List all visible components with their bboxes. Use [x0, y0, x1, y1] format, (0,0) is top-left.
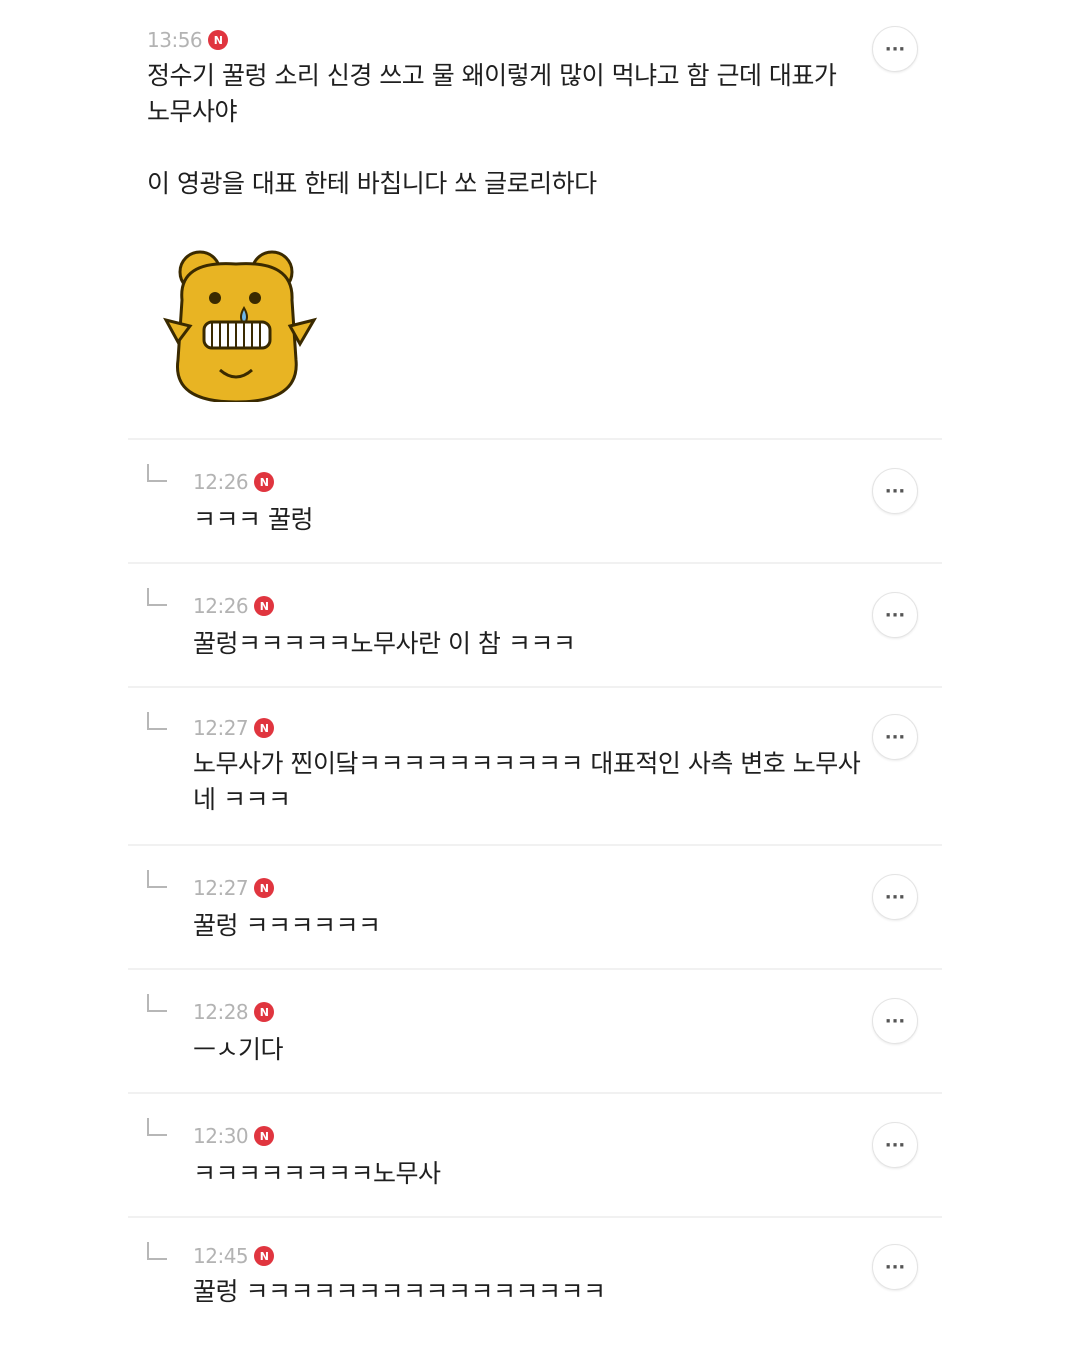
reply-arrow-icon [147, 1242, 167, 1260]
new-badge: N [254, 1126, 275, 1146]
comment-time-text: 13:56 [147, 28, 203, 52]
reply-time: 12:26 N [193, 470, 275, 494]
reply-arrow-icon [147, 464, 167, 482]
reply-time: 12:27 N [193, 716, 275, 740]
reply-time-text: 12:26 [193, 594, 249, 618]
new-badge: N [254, 718, 275, 738]
more-options-button[interactable]: ··· [872, 468, 918, 514]
reply-text: 노무사가 찐이닼ㅋㅋㅋㅋㅋㅋㅋㅋㅋㅋ 대표적인 사측 변호 노무사네 ㅋㅋㅋ [193, 749, 861, 814]
new-badge: N [208, 30, 229, 50]
new-badge: N [254, 472, 275, 492]
new-badge: N [254, 1246, 275, 1266]
new-badge: N [254, 596, 275, 616]
comment-text-line2: 이 영광을 대표 한테 바칩니다 쏘 글로리하다 [147, 169, 597, 198]
more-options-button[interactable]: ··· [872, 26, 918, 72]
reply-time-text: 12:27 [193, 716, 249, 740]
reply-item: 12:27 N 꿀렁 ㅋㅋㅋㅋㅋㅋ ··· [0, 846, 1080, 968]
reply-item: 12:28 N ㅡㅅ기다 ··· [0, 970, 1080, 1092]
reply-text: ㅋㅋㅋ 꿀렁 [193, 505, 313, 534]
comment-text-line1: 정수기 꿀렁 소리 신경 쓰고 물 왜이렇게 많이 먹냐고 함 근데 대표가 노… [147, 61, 837, 126]
new-badge: N [254, 878, 275, 898]
new-badge: N [254, 1002, 275, 1022]
bear-sticker-icon [160, 250, 320, 404]
reply-item: 12:27 N 노무사가 찐이닼ㅋㅋㅋㅋㅋㅋㅋㅋㅋㅋ 대표적인 사측 변호 노무사… [0, 688, 1080, 844]
more-options-button[interactable]: ··· [872, 714, 918, 760]
reply-text: 꿀렁 ㅋㅋㅋㅋㅋㅋㅋㅋㅋㅋㅋㅋㅋㅋㅋㅋ [193, 1277, 606, 1306]
reply-time: 12:28 N [193, 1000, 275, 1024]
reply-text: ㅡㅅ기다 [193, 1035, 284, 1064]
reply-time: 12:27 N [193, 876, 275, 900]
more-options-button[interactable]: ··· [872, 998, 918, 1044]
reply-text: 꿀렁 ㅋㅋㅋㅋㅋㅋ [193, 911, 381, 940]
reply-arrow-icon [147, 588, 167, 606]
more-options-button[interactable]: ··· [872, 1244, 918, 1290]
reply-arrow-icon [147, 870, 167, 888]
reply-time-text: 12:30 [193, 1124, 249, 1148]
reply-item: 12:45 N 꿀렁 ㅋㅋㅋㅋㅋㅋㅋㅋㅋㅋㅋㅋㅋㅋㅋㅋ ··· [0, 1218, 1080, 1340]
reply-time-text: 12:45 [193, 1244, 249, 1268]
reply-arrow-icon [147, 712, 167, 730]
more-options-button[interactable]: ··· [872, 1122, 918, 1168]
reply-item: 12:30 N ㅋㅋㅋㅋㅋㅋㅋㅋ노무사 ··· [0, 1094, 1080, 1216]
reply-time: 12:26 N [193, 594, 275, 618]
reply-text: ㅋㅋㅋㅋㅋㅋㅋㅋ노무사 [193, 1159, 441, 1188]
reply-text: 꿀렁ㅋㅋㅋㅋㅋ노무사란 이 참 ㅋㅋㅋ [193, 629, 576, 658]
comment-time: 13:56 N [147, 28, 229, 52]
reply-time-text: 12:26 [193, 470, 249, 494]
more-options-button[interactable]: ··· [872, 874, 918, 920]
reply-item: 12:26 N ㅋㅋㅋ 꿀렁 ··· [0, 440, 1080, 562]
reply-time-text: 12:27 [193, 876, 249, 900]
reply-time: 12:45 N [193, 1244, 275, 1268]
reply-time-text: 12:28 [193, 1000, 249, 1024]
top-comment: 13:56 N 정수기 꿀렁 소리 신경 쓰고 물 왜이렇게 많이 먹냐고 함 … [0, 0, 1080, 440]
reply-arrow-icon [147, 994, 167, 1012]
reply-arrow-icon [147, 1118, 167, 1136]
reply-time: 12:30 N [193, 1124, 275, 1148]
reply-item: 12:26 N 꿀렁ㅋㅋㅋㅋㅋ노무사란 이 참 ㅋㅋㅋ ··· [0, 564, 1080, 686]
more-options-button[interactable]: ··· [872, 592, 918, 638]
